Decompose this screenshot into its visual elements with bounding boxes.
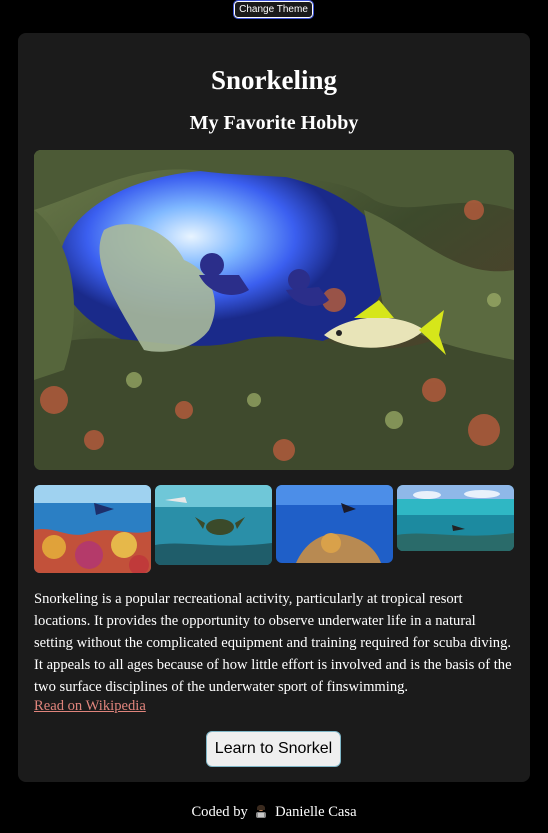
page-title: Snorkeling xyxy=(210,65,338,95)
hobby-description: Snorkeling is a popular recreational act… xyxy=(34,591,512,695)
change-theme-button[interactable]: Change Theme xyxy=(233,0,314,19)
gallery-thumbnail-coral-reef[interactable] xyxy=(34,485,151,573)
footer: Coded by Danielle Casa xyxy=(0,802,548,822)
person-with-laptop-icon xyxy=(254,804,268,818)
page-subtitle: My Favorite Hobby xyxy=(189,112,359,134)
footer-author: Danielle Casa xyxy=(275,804,357,820)
gallery-thumbnail-diver-reef[interactable] xyxy=(276,485,393,563)
learn-to-snorkel-button[interactable]: Learn to Snorkel xyxy=(206,731,341,767)
hero-image xyxy=(34,150,514,470)
gallery-thumbnail-sea-turtle[interactable] xyxy=(155,485,272,565)
wikipedia-link[interactable]: Read on Wikipedia xyxy=(34,696,146,716)
footer-prefix: Coded by xyxy=(191,804,248,820)
gallery-thumbnail-lagoon[interactable] xyxy=(397,485,514,551)
